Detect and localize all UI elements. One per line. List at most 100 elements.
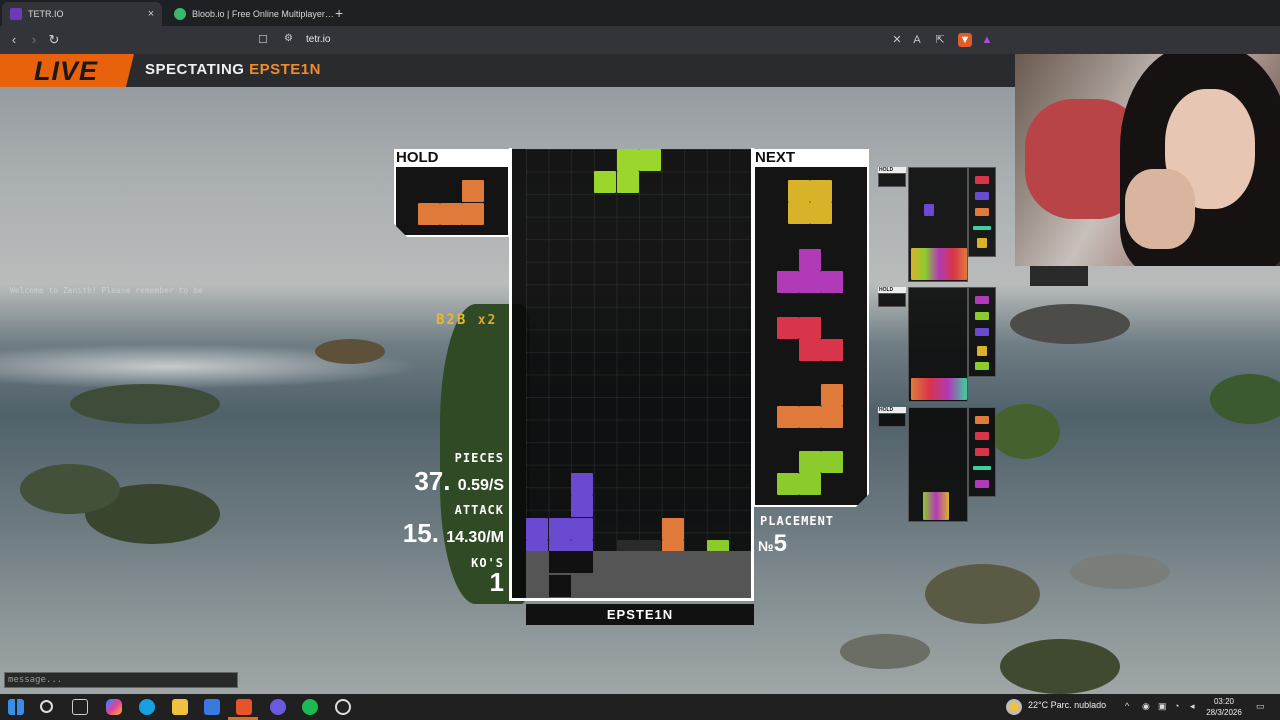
translate-icon[interactable]: A [910,33,924,47]
opponent-block [924,204,934,216]
clock[interactable]: 03:20 28/3/2026 [1198,696,1250,718]
kos-value: 1 [489,567,504,597]
reload-button[interactable]: ↻ [46,32,62,48]
volume-icon[interactable]: ◂ [1190,701,1195,712]
attack-label: ATTACK [454,503,504,517]
next-header: NEXT [753,149,869,167]
back-button[interactable]: ‹ [6,32,22,48]
next-piece-cell [799,317,821,339]
live-label: LIVE [34,56,99,86]
opponent-next-piece [977,238,987,248]
opponent-next-queue [968,167,996,257]
brave-rewards-icon[interactable]: ▲ [980,33,994,47]
hold-header: HOLD [394,149,510,167]
spotify-icon[interactable] [302,699,318,715]
tab-bloobio[interactable]: Bloob.io | Free Online Multiplayer Ga [166,2,334,26]
browser-tab-bar: TETR.IO × Bloob.io | Free Online Multipl… [0,0,1280,26]
webcam-person-hand [1125,169,1195,249]
next-piece-cell [799,406,821,428]
site-info-icon[interactable]: ⚙ [284,33,293,44]
next-piece-cell [821,406,843,428]
new-tab-button[interactable]: + [335,5,343,21]
placement-stat: №5 [758,530,787,558]
share-icon[interactable]: ⇱ [933,33,947,47]
mute-site-icon[interactable]: ✕ [890,33,904,47]
pieces-stat: 37. 0.59/S [404,466,504,497]
bloobio-favicon-icon [174,8,186,20]
opponent-next-piece [975,416,989,424]
next-piece-cell [788,202,810,224]
background-rock [840,634,930,669]
hold-piece-cell [418,203,440,225]
background-rock [925,564,1040,624]
next-piece-cell [810,202,832,224]
spectated-player-name: EPSTE1N [249,61,321,78]
tetrio-favicon-icon [10,8,22,20]
search-icon[interactable] [40,700,53,713]
opponent-next-piece [975,480,989,488]
address-bar[interactable]: ☐ ⚙ tetr.io [250,28,1000,52]
live-badge: LIVE [0,54,134,87]
next-piece-cell [777,317,799,339]
hold-piece-cell [462,203,484,225]
opponent-next-piece [975,176,989,184]
show-hidden-icons[interactable]: ^ [1125,701,1129,711]
hold-piece-cell [440,203,462,225]
opponent-next-piece [975,296,989,304]
tab-tetrio[interactable]: TETR.IO × [2,2,162,26]
weather-icon[interactable] [1006,699,1022,715]
background-rock [990,404,1060,459]
browser-toolbar: ‹ › ↻ ☐ ⚙ tetr.io ✕ A ⇱ ▼ ▲ [0,26,1280,54]
start-icon[interactable] [8,699,24,715]
tab-close-icon[interactable]: × [144,8,158,20]
tab-title: TETR.IO [28,9,64,19]
webcam-overlay [1015,54,1280,266]
background-rock [1210,374,1280,424]
opponent-field [908,287,968,402]
file-explorer-icon[interactable] [172,699,188,715]
obs-icon[interactable] [335,699,351,715]
brave-taskbar-icon[interactable] [236,699,252,715]
placement-prefix: № [758,538,774,554]
edge-icon[interactable] [139,699,155,715]
clock-date: 28/3/2026 [1206,708,1242,717]
opponent-hold-box [878,413,906,427]
brave-shields-icon[interactable]: ▼ [958,33,972,47]
spectating-label: SPECTATING EPSTE1N [145,61,321,78]
discord-icon[interactable] [270,699,286,715]
network-icon[interactable]: ◉ [1142,701,1150,712]
opponent-next-piece [975,448,989,456]
opponent-field [908,407,968,522]
clock-time: 03:20 [1213,697,1235,706]
opponent-stack [923,492,949,520]
url-text[interactable]: tetr.io [306,34,330,45]
next-piece-cell [799,249,821,271]
background-rock [1010,304,1130,344]
background-rock [315,339,385,364]
opponent-next-piece [975,362,989,370]
next-piece-cell [777,271,799,293]
weather-text[interactable]: 22°C Parc. nublado [1028,700,1106,710]
forward-button[interactable]: › [26,32,42,48]
webcam-strip [1030,266,1088,286]
taskbar-app-icon[interactable]: ▣ [1158,701,1167,712]
bookmark-icon[interactable]: ☐ [258,33,268,46]
opponent-next-piece [975,208,989,216]
opponent-field [908,167,968,282]
opponent-next-piece [975,312,989,320]
copilot-icon[interactable] [106,699,122,715]
wifi-icon[interactable]: ◔ [1174,701,1179,711]
chat-input[interactable]: message... [4,672,238,688]
next-piece-cell [777,473,799,495]
store-icon[interactable] [204,699,220,715]
attack-value: 15. [402,518,439,548]
task-view-icon[interactable] [72,699,88,715]
attack-rate: 14.30/M [446,529,504,546]
opponent-next-piece [975,432,989,440]
pieces-rate: 0.59/S [457,477,504,494]
board-frame [509,148,754,601]
notifications-icon[interactable]: ▭ [1256,701,1265,712]
pieces-value: 37. [414,466,451,496]
placement-label: PLACEMENT [760,514,835,528]
background-rock [1070,554,1170,589]
